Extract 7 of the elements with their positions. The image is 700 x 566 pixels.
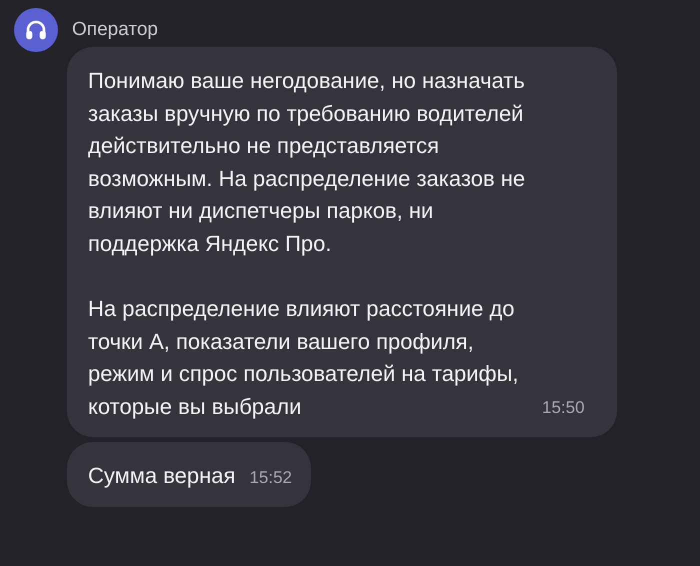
sender-name: Оператор xyxy=(72,19,158,41)
message-time: 15:52 xyxy=(249,468,292,488)
message-text: Сумма верная xyxy=(88,462,236,490)
message-text: Понимаю ваше негодование, но назначать заказы вручную по требованию водителей действительно не представляется возможным. На распределение заказов не влияют ни диспетчеры парков, ни поддержка Яндекс Про. xyxy=(88,67,526,258)
message-time: 15:50 xyxy=(542,398,585,419)
headphones-icon xyxy=(24,18,48,42)
message-text: На распределение влияют расстояние до точки А, показатели вашего профиля, режим и спрос пользователей на тарифы, которые вы выбрали xyxy=(88,295,520,421)
